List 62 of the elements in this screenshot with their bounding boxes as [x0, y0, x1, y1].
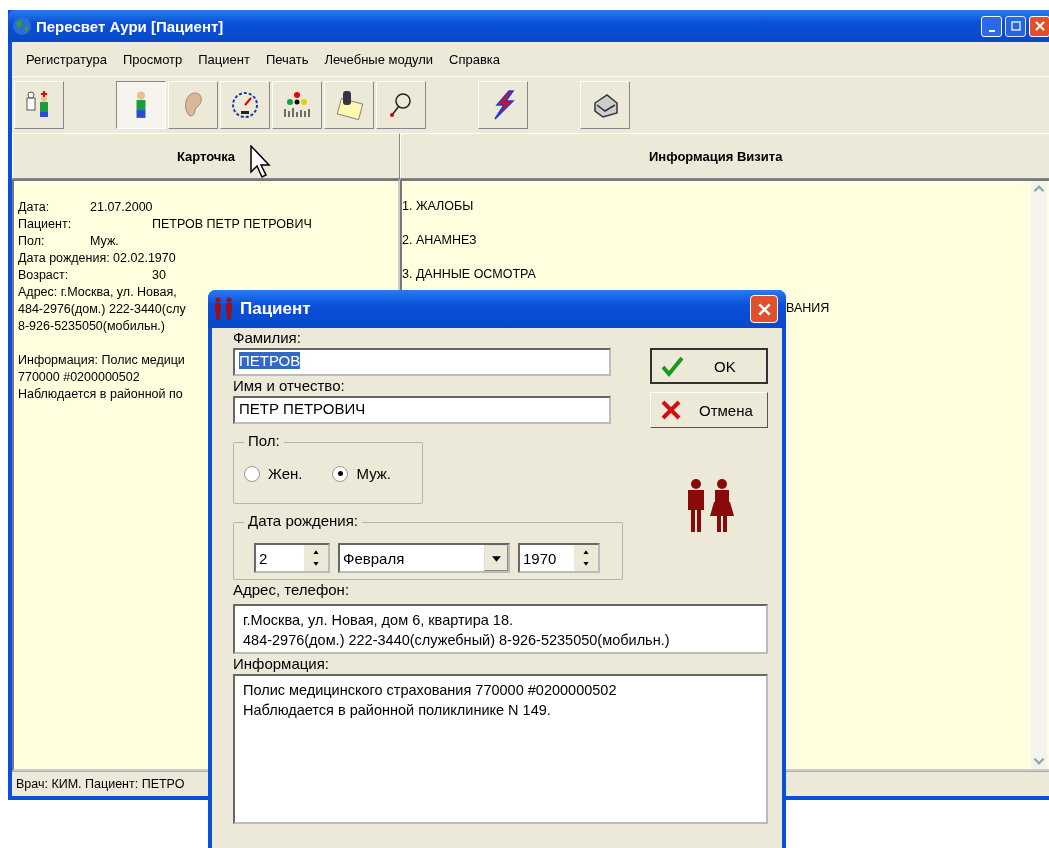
radio-button[interactable]	[332, 465, 349, 482]
field-value: 30	[152, 267, 166, 284]
card-text: Информация: Полис медици	[18, 352, 185, 369]
column-header[interactable]: Карточка	[12, 133, 400, 179]
minimize-icon	[988, 29, 995, 32]
surname-field[interactable]: ПЕТРОВ	[233, 348, 611, 376]
maximize-icon	[1010, 21, 1021, 31]
visit-section[interactable]: ВАНИЯ	[786, 301, 830, 315]
year-spinbox[interactable]: 1970	[518, 543, 600, 573]
card-text: 770000 #0200000502	[18, 369, 140, 386]
day-spinbox[interactable]: 2	[254, 543, 330, 573]
info-field[interactable]: Полис медицинского страхования 770000 #0200000502 Наблюдается в районной поликлинике N 149.	[233, 674, 768, 824]
menu-item[interactable]: Просмотр	[114, 51, 191, 67]
visit-section[interactable]: 3. ДАННЫЕ ОСМОТРА	[402, 267, 536, 281]
field-label: Имя и отчество:	[233, 376, 346, 396]
status-text: Врач: КИМ. Пациент: ПЕТРО	[16, 777, 185, 791]
field-value: ПЕТРОВ ПЕТР ПЕТРОВИЧ	[152, 216, 312, 233]
globe-icon	[12, 16, 32, 36]
month-dropdown[interactable]: Февраля	[338, 543, 510, 573]
field-label: Адрес, телефон:	[233, 580, 351, 600]
dialog-title: Пациент	[240, 299, 311, 319]
column-header[interactable]: Информация Визита	[400, 133, 1049, 179]
radio-option[interactable]: Жен.	[244, 465, 303, 482]
close-button[interactable]	[1029, 15, 1049, 37]
toolbar-button[interactable]	[116, 81, 166, 129]
cancel-button[interactable]: Отмена	[650, 392, 768, 428]
ok-button[interactable]: OK	[650, 348, 768, 384]
card-text: Адрес: г.Москва, ул. Новая,	[18, 284, 177, 301]
field-label: Пол:	[18, 233, 46, 250]
person-icon	[135, 91, 147, 119]
card-text: 8-926-5235050(мобильн.)	[18, 318, 165, 335]
menu-item[interactable]: Справка	[441, 51, 509, 67]
visit-section[interactable]: 2. АНАМНЕЗ	[402, 233, 477, 247]
field-label: Возраст:	[18, 267, 70, 284]
radio-option[interactable]: Муж.	[332, 465, 391, 482]
minimize-button[interactable]	[981, 15, 1002, 37]
card-text: 484-2976(дом.) 222-3440(слу	[18, 301, 186, 318]
radio-button[interactable]	[244, 465, 260, 482]
name-field[interactable]: ПЕТР ПЕТРОВИЧ	[233, 396, 611, 424]
close-icon	[1034, 21, 1045, 31]
maximize-button[interactable]	[1005, 15, 1026, 37]
field-label: Информация:	[233, 654, 330, 674]
card-text: Дата рождения: 02.02.1970	[18, 250, 176, 267]
cursor-icon	[250, 145, 272, 179]
field-label: Пациент:	[18, 216, 73, 233]
visit-section[interactable]: 1. ЖАЛОБЫ	[402, 199, 474, 213]
field-value: Муж.	[90, 233, 119, 250]
close-icon	[757, 302, 771, 316]
gauge-icon	[229, 89, 261, 121]
checkmark-icon	[660, 354, 684, 378]
menu-item[interactable]: Регистратура	[18, 51, 115, 67]
menu-item[interactable]: Пациент	[190, 51, 258, 67]
window-title: Пересвет Аури [Пациент]	[36, 17, 224, 35]
field-value: 21.07.2000	[90, 199, 153, 216]
field-label: Фамилия:	[233, 328, 302, 348]
address-field[interactable]: г.Москва, ул. Новая, дом 6, квартира 18. 484-2976(дом.) 222-3440(служебный) 8-926-5235050(мобильн.)	[233, 604, 768, 654]
menu-item[interactable]: Лечебные модули	[316, 51, 442, 67]
close-button[interactable]	[750, 295, 778, 323]
cross-icon	[659, 398, 683, 422]
card-text: Наблюдается в районной по	[18, 386, 183, 403]
field-label: Дата:	[18, 199, 51, 216]
menu-item[interactable]: Печать	[257, 51, 317, 67]
